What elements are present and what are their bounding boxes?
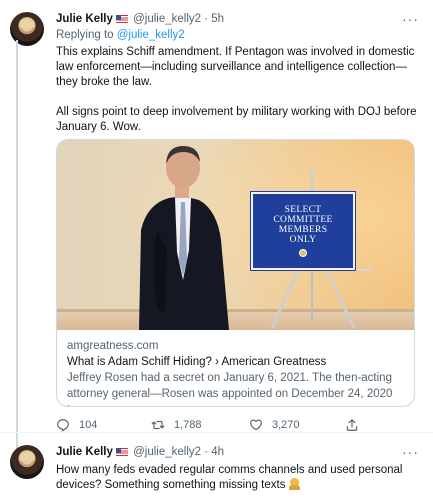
author-name[interactable]: Julie Kelly xyxy=(56,13,113,25)
tweet-header: Julie Kelly @julie_kelly2 · 5h ··· xyxy=(56,11,419,29)
author-handle[interactable]: @julie_kelly2 xyxy=(133,446,201,458)
select-committee-sign: SELECT COMMITTEE MEMBERS ONLY xyxy=(250,191,356,271)
like-icon xyxy=(250,419,262,431)
more-icon[interactable]: ··· xyxy=(402,11,419,27)
sign-line-3: MEMBERS xyxy=(278,225,328,235)
tweet-paragraph-2: All signs point to deep involvement by m… xyxy=(56,106,417,133)
tweet[interactable]: Julie Kelly @julie_kelly2 · 5h ··· Reply… xyxy=(0,0,433,452)
timestamp[interactable]: 4h xyxy=(211,446,224,458)
sign-line-1: SELECT xyxy=(284,205,322,215)
separator: · xyxy=(204,446,209,458)
person-figure xyxy=(139,146,229,330)
like-count: 3,270 xyxy=(272,419,300,431)
link-card[interactable]: SELECT COMMITTEE MEMBERS ONLY amgreatnes… xyxy=(56,139,415,407)
replying-to-label: Replying to xyxy=(56,29,117,41)
avatar[interactable] xyxy=(10,445,44,479)
card-image[interactable]: SELECT COMMITTEE MEMBERS ONLY xyxy=(57,140,414,330)
like-button[interactable]: 3,270 xyxy=(249,418,300,432)
card-description: Jeffrey Rosen had a secret on January 6,… xyxy=(67,372,393,406)
tweet-text: This explains Schiff amendment. If Penta… xyxy=(56,45,419,150)
reply-icon xyxy=(57,419,69,432)
reply-mention-link[interactable]: @julie_kelly2 xyxy=(117,29,185,41)
replying-to: Replying to @julie_kelly2 xyxy=(56,29,185,41)
woman-shrugging-emoji xyxy=(288,478,300,490)
sign-line-2: COMMITTEE xyxy=(273,215,333,225)
author-name[interactable]: Julie Kelly xyxy=(56,446,113,458)
card-title: What is Adam Schiff Hiding? › American G… xyxy=(67,356,327,368)
more-icon[interactable]: ··· xyxy=(402,444,419,460)
tweet-paragraph-1: This explains Schiff amendment. If Penta… xyxy=(56,46,415,88)
sign-line-4: ONLY xyxy=(289,235,317,245)
author-handle[interactable]: @julie_kelly2 xyxy=(133,13,201,25)
avatar-column xyxy=(10,445,44,479)
tweet[interactable]: Julie Kelly @julie_kelly2 · 4h ··· How m… xyxy=(0,432,433,500)
card-meta[interactable]: amgreatness.com What is Adam Schiff Hidi… xyxy=(67,338,404,406)
retweet-icon xyxy=(151,420,165,430)
flag-us-icon xyxy=(115,15,128,23)
seal-icon xyxy=(299,249,307,257)
tweet-paragraph-1: How many feds evaded regular comms chann… xyxy=(56,464,403,491)
separator: · xyxy=(204,13,209,25)
share-button[interactable] xyxy=(345,418,368,432)
thread-line xyxy=(16,40,18,452)
timestamp[interactable]: 5h xyxy=(211,13,224,25)
reply-count: 104 xyxy=(79,419,98,431)
tweet-header: Julie Kelly @julie_kelly2 · 4h ··· xyxy=(56,444,419,462)
share-icon xyxy=(346,419,358,431)
tweet-text: How many feds evaded regular comms chann… xyxy=(56,463,419,493)
retweet-button[interactable]: 1,788 xyxy=(151,418,202,432)
card-domain: amgreatness.com xyxy=(67,340,159,352)
retweet-count: 1,788 xyxy=(174,419,202,431)
flag-us-icon xyxy=(115,448,128,456)
reply-button[interactable]: 104 xyxy=(56,418,97,432)
